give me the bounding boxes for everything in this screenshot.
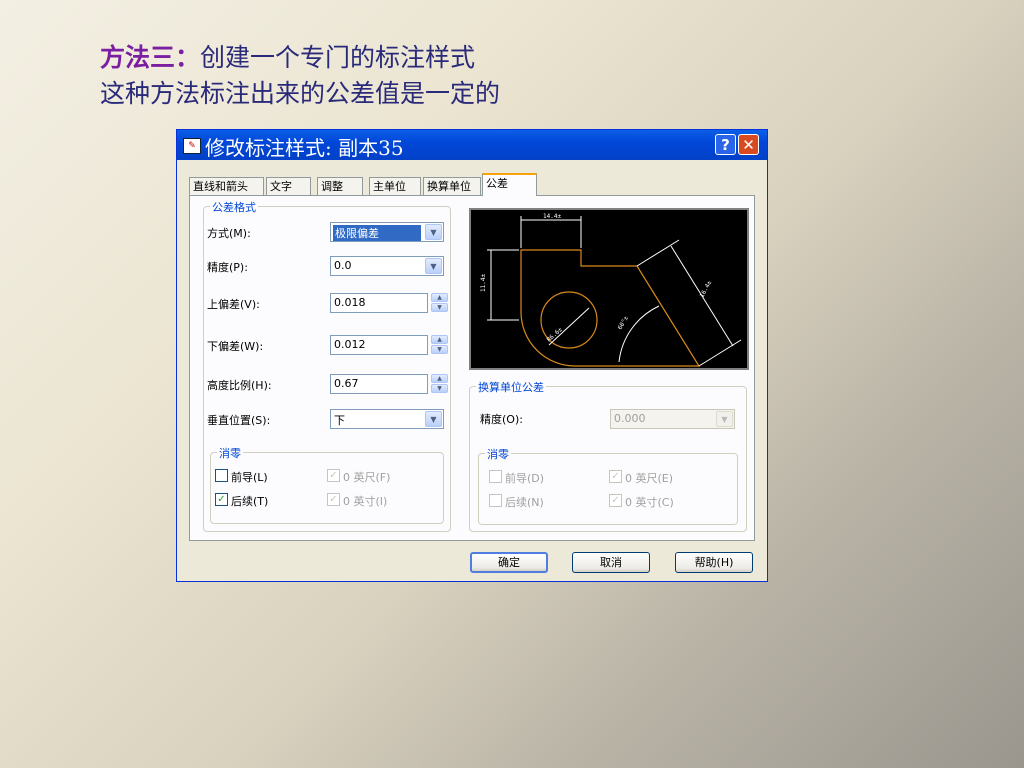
alt-trailing-label: 后续(N)	[505, 496, 544, 509]
preview-dim-angle: 60°±	[617, 315, 630, 331]
tab-tolerances[interactable]: 公差	[482, 173, 537, 196]
upper-value: 0.018	[334, 296, 366, 309]
tab-text[interactable]: 文字	[266, 177, 311, 195]
upper-value-spinner[interactable]: ▲ ▼	[431, 293, 448, 313]
precision-select[interactable]: 0.0 ▼	[330, 256, 444, 276]
lower-value: 0.012	[334, 338, 366, 351]
zero-suppression-title: 消零	[217, 445, 243, 461]
tolerances-panel: 公差格式 方式(M): 极限偏差 ▼ 精度(P): 0.0 ▼ 上偏差(V): …	[189, 195, 755, 541]
dialog-titlebar[interactable]: ✎ 修改标注样式: 副本35 ? ✕	[177, 130, 767, 160]
inches-checkbox: ✓	[327, 493, 340, 506]
preview-dim-left: 11.4±	[480, 274, 487, 292]
heading-line-1: 方法三：创建一个专门的标注样式	[100, 40, 500, 76]
titlebar-close-button[interactable]: ✕	[738, 134, 759, 155]
alt-trailing-checkbox	[489, 494, 502, 507]
alt-precision-label: 精度(O):	[480, 413, 523, 426]
chevron-down-icon[interactable]: ▼	[425, 224, 442, 240]
chevron-down-icon: ▼	[716, 411, 733, 427]
chevron-down-icon[interactable]: ▼	[425, 411, 442, 427]
vertical-position-label: 垂直位置(S):	[207, 414, 271, 427]
upper-value-input[interactable]: 0.018	[330, 293, 428, 313]
tab-alternate-units[interactable]: 换算单位	[423, 177, 481, 195]
alt-precision-select: 0.000 ▼	[610, 409, 735, 429]
chevron-down-icon[interactable]: ▼	[425, 258, 442, 274]
feet-checkbox: ✓	[327, 469, 340, 482]
preview-dim-radius: R6.6±	[546, 326, 564, 344]
ok-button[interactable]: 确定	[470, 552, 548, 573]
help-button[interactable]: 帮助(H)	[675, 552, 753, 573]
height-scale-label: 高度比例(H):	[207, 379, 272, 392]
tab-fit[interactable]: 调整	[317, 177, 363, 195]
lower-value-label: 下偏差(W):	[207, 340, 264, 353]
alt-zero-suppression-group: 消零 前导(D) 后续(N) ✓ 0 英尺(E) ✓ 0 英寸(C)	[478, 446, 738, 525]
modify-dimension-style-dialog: ✎ 修改标注样式: 副本35 ? ✕ 直线和箭头 文字 调整 主单位 换算单位 …	[176, 129, 768, 582]
tolerance-format-title: 公差格式	[210, 199, 258, 215]
alt-unit-tolerance-title: 换算单位公差	[476, 379, 546, 395]
alt-zero-suppression-title: 消零	[485, 446, 511, 462]
trailing-label: 后续(T)	[231, 495, 269, 508]
preview-outline	[520, 249, 701, 367]
heading-line-2: 这种方法标注出来的公差值是一定的	[100, 79, 501, 108]
height-scale-spinner[interactable]: ▲ ▼	[431, 374, 448, 394]
preview-dim-right: 16.4±	[699, 279, 714, 299]
alt-leading-label: 前导(D)	[505, 472, 545, 485]
app-icon: ✎	[183, 138, 201, 154]
alt-leading-checkbox	[489, 470, 502, 483]
spin-down-icon[interactable]: ▼	[431, 345, 448, 354]
method-label: 方式(M):	[207, 227, 251, 240]
spin-up-icon[interactable]: ▲	[431, 293, 448, 302]
trailing-checkbox[interactable]: ✓	[215, 493, 228, 506]
method-value: 极限偏差	[333, 225, 421, 241]
alt-inches-label: 0 英寸(C)	[625, 496, 674, 509]
preview-dim-top: 14.4±	[543, 213, 561, 220]
alt-feet-label: 0 英尺(E)	[625, 472, 674, 485]
alt-inches-checkbox: ✓	[609, 494, 622, 507]
vertical-position-value: 下	[334, 414, 345, 427]
preview-drawing: 14.4± 11.4± 16.4± R6.6± 60°±	[480, 213, 742, 367]
titlebar-help-button[interactable]: ?	[715, 134, 736, 155]
dimension-preview: 14.4± 11.4± 16.4± R6.6± 60°±	[469, 208, 749, 370]
height-scale-input[interactable]: 0.67	[330, 374, 428, 394]
upper-value-label: 上偏差(V):	[207, 298, 260, 311]
cancel-button[interactable]: 取消	[572, 552, 650, 573]
alt-precision-value: 0.000	[614, 412, 646, 425]
spin-down-icon[interactable]: ▼	[431, 303, 448, 312]
heading-method-label: 方法三：	[100, 43, 201, 72]
precision-value: 0.0	[334, 259, 352, 272]
leading-label: 前导(L)	[231, 471, 268, 484]
feet-label: 0 英尺(F)	[343, 471, 391, 484]
spin-up-icon[interactable]: ▲	[431, 374, 448, 383]
lower-value-input[interactable]: 0.012	[330, 335, 428, 355]
tab-primary-units[interactable]: 主单位	[369, 177, 421, 195]
alt-unit-tolerance-group: 换算单位公差 精度(O): 0.000 ▼ 消零 前导(D) 后续(N) ✓ 0…	[469, 379, 747, 532]
dialog-title: 修改标注样式: 副本35	[205, 136, 404, 160]
lower-value-spinner[interactable]: ▲ ▼	[431, 335, 448, 355]
zero-suppression-group: 消零 前导(L) ✓ 后续(T) ✓ 0 英尺(F) ✓ 0 英寸(I)	[210, 445, 444, 524]
leading-checkbox[interactable]	[215, 469, 228, 482]
method-select[interactable]: 极限偏差 ▼	[330, 222, 444, 242]
inches-label: 0 英寸(I)	[343, 495, 388, 508]
height-scale-value: 0.67	[334, 377, 359, 390]
tolerance-format-group: 公差格式 方式(M): 极限偏差 ▼ 精度(P): 0.0 ▼ 上偏差(V): …	[203, 199, 451, 532]
heading-method-text: 创建一个专门的标注样式	[200, 43, 476, 72]
spin-up-icon[interactable]: ▲	[431, 335, 448, 344]
precision-label: 精度(P):	[207, 261, 248, 274]
slide-heading: 方法三：创建一个专门的标注样式 这种方法标注出来的公差值是一定的	[100, 40, 500, 112]
alt-feet-checkbox: ✓	[609, 470, 622, 483]
vertical-position-select[interactable]: 下 ▼	[330, 409, 444, 429]
tab-lines-arrows[interactable]: 直线和箭头	[189, 177, 264, 195]
spin-down-icon[interactable]: ▼	[431, 384, 448, 393]
